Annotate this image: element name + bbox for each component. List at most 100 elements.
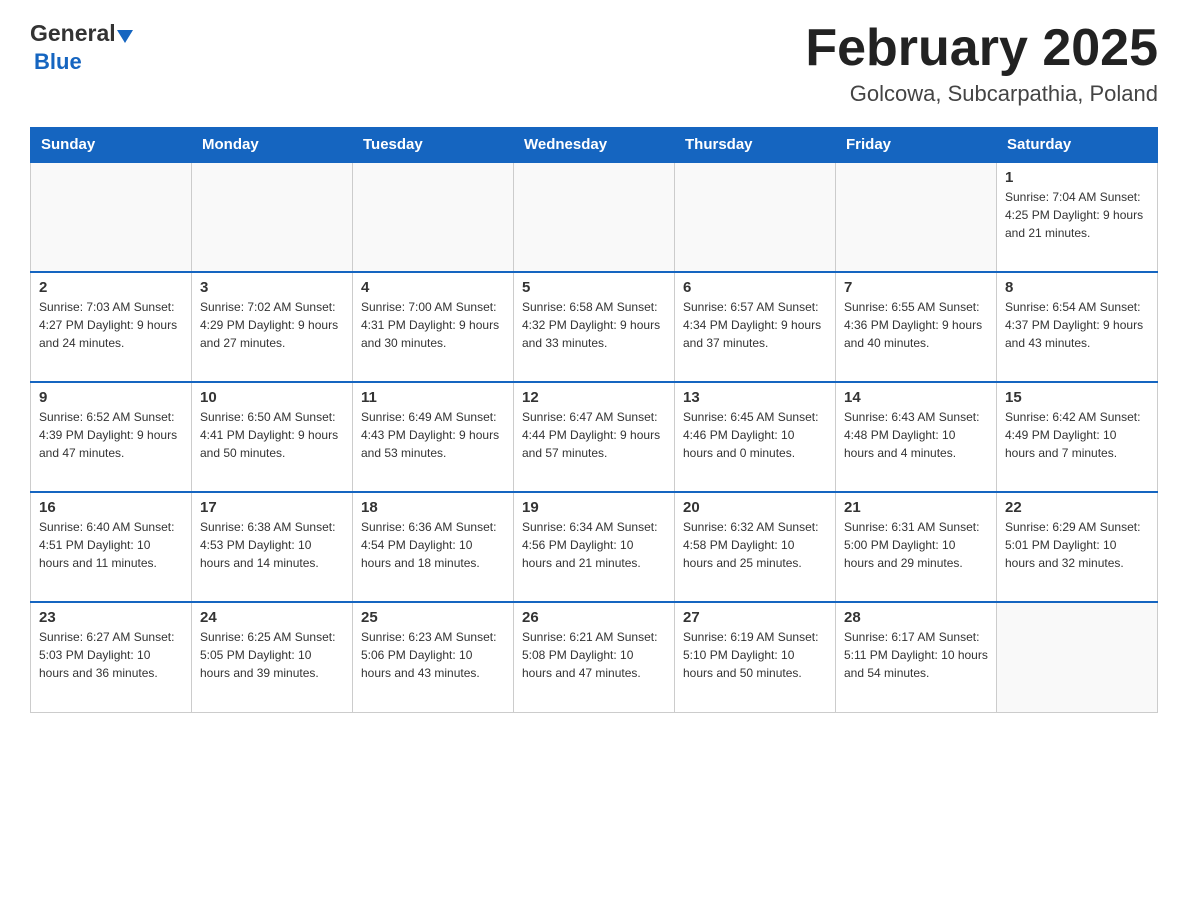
logo-general-text: General (30, 20, 116, 47)
day-number: 20 (683, 499, 827, 516)
day-info: Sunrise: 7:03 AM Sunset: 4:27 PM Dayligh… (39, 298, 183, 352)
day-info: Sunrise: 6:27 AM Sunset: 5:03 PM Dayligh… (39, 628, 183, 682)
day-number: 16 (39, 499, 183, 516)
calendar-cell (675, 162, 836, 272)
day-info: Sunrise: 6:21 AM Sunset: 5:08 PM Dayligh… (522, 628, 666, 682)
calendar-cell (836, 162, 997, 272)
calendar-week-row: 16Sunrise: 6:40 AM Sunset: 4:51 PM Dayli… (31, 492, 1158, 602)
day-info: Sunrise: 6:19 AM Sunset: 5:10 PM Dayligh… (683, 628, 827, 682)
logo-arrow-icon (117, 30, 133, 43)
calendar-cell: 1Sunrise: 7:04 AM Sunset: 4:25 PM Daylig… (997, 162, 1158, 272)
day-number: 23 (39, 609, 183, 626)
calendar-cell: 22 Sunrise: 6:29 AM Sunset: 5:01 PM Dayli… (997, 492, 1158, 602)
calendar-cell: 18 Sunrise: 6:36 AM Sunset: 4:54 PM Dayli… (353, 492, 514, 602)
day-number: 17 (200, 499, 344, 516)
calendar-cell: 21Sunrise: 6:31 AM Sunset: 5:00 PM Dayli… (836, 492, 997, 602)
calendar-header-row: SundayMondayTuesdayWednesdayThursdayFrid… (31, 128, 1158, 163)
day-info: Sunrise: 6:42 AM Sunset: 4:49 PM Dayligh… (1005, 408, 1149, 462)
weekday-header-wednesday: Wednesday (514, 128, 675, 163)
day-number: 6 (683, 279, 827, 296)
day-number: 24 (200, 609, 344, 626)
calendar-week-row: 23 Sunrise: 6:27 AM Sunset: 5:03 PM Dayli… (31, 602, 1158, 712)
day-info: Sunrise: 6:50 AM Sunset: 4:41 PM Dayligh… (200, 408, 344, 462)
weekday-header-friday: Friday (836, 128, 997, 163)
day-number: 27 (683, 609, 827, 626)
calendar-week-row: 1Sunrise: 7:04 AM Sunset: 4:25 PM Daylig… (31, 162, 1158, 272)
day-info: Sunrise: 6:58 AM Sunset: 4:32 PM Dayligh… (522, 298, 666, 352)
calendar-cell: 3 Sunrise: 7:02 AM Sunset: 4:29 PM Daylig… (192, 272, 353, 382)
weekday-header-saturday: Saturday (997, 128, 1158, 163)
day-info: Sunrise: 6:25 AM Sunset: 5:05 PM Dayligh… (200, 628, 344, 682)
day-number: 18 (361, 499, 505, 516)
day-number: 14 (844, 389, 988, 406)
calendar-cell: 14 Sunrise: 6:43 AM Sunset: 4:48 PM Dayli… (836, 382, 997, 492)
calendar-cell: 26 Sunrise: 6:21 AM Sunset: 5:08 PM Dayli… (514, 602, 675, 712)
calendar-cell: 15Sunrise: 6:42 AM Sunset: 4:49 PM Dayli… (997, 382, 1158, 492)
logo-blue-text: Blue (30, 49, 82, 75)
calendar-cell: 13 Sunrise: 6:45 AM Sunset: 4:46 PM Dayli… (675, 382, 836, 492)
logo: General Blue (30, 20, 133, 75)
weekday-header-thursday: Thursday (675, 128, 836, 163)
calendar-cell: 5 Sunrise: 6:58 AM Sunset: 4:32 PM Daylig… (514, 272, 675, 382)
day-number: 12 (522, 389, 666, 406)
day-number: 4 (361, 279, 505, 296)
calendar-week-row: 9 Sunrise: 6:52 AM Sunset: 4:39 PM Daylig… (31, 382, 1158, 492)
weekday-header-monday: Monday (192, 128, 353, 163)
calendar-cell: 25Sunrise: 6:23 AM Sunset: 5:06 PM Dayli… (353, 602, 514, 712)
day-number: 1 (1005, 169, 1149, 186)
day-info: Sunrise: 6:54 AM Sunset: 4:37 PM Dayligh… (1005, 298, 1149, 352)
day-info: Sunrise: 6:43 AM Sunset: 4:48 PM Dayligh… (844, 408, 988, 462)
day-number: 3 (200, 279, 344, 296)
day-info: Sunrise: 6:38 AM Sunset: 4:53 PM Dayligh… (200, 518, 344, 572)
day-number: 9 (39, 389, 183, 406)
title-block: February 2025 Golcowa, Subcarpathia, Pol… (805, 20, 1158, 107)
day-number: 2 (39, 279, 183, 296)
day-info: Sunrise: 6:32 AM Sunset: 4:58 PM Dayligh… (683, 518, 827, 572)
calendar-cell: 7 Sunrise: 6:55 AM Sunset: 4:36 PM Daylig… (836, 272, 997, 382)
day-number: 5 (522, 279, 666, 296)
day-number: 13 (683, 389, 827, 406)
day-info: Sunrise: 6:23 AM Sunset: 5:06 PM Dayligh… (361, 628, 505, 682)
calendar-cell: 2 Sunrise: 7:03 AM Sunset: 4:27 PM Daylig… (31, 272, 192, 382)
day-info: Sunrise: 6:55 AM Sunset: 4:36 PM Dayligh… (844, 298, 988, 352)
day-info: Sunrise: 6:29 AM Sunset: 5:01 PM Dayligh… (1005, 518, 1149, 572)
day-info: Sunrise: 6:52 AM Sunset: 4:39 PM Dayligh… (39, 408, 183, 462)
day-info: Sunrise: 7:02 AM Sunset: 4:29 PM Dayligh… (200, 298, 344, 352)
calendar-cell (353, 162, 514, 272)
page-header: General Blue February 2025 Golcowa, Subc… (30, 20, 1158, 107)
calendar-cell: 8Sunrise: 6:54 AM Sunset: 4:37 PM Daylig… (997, 272, 1158, 382)
page-title: February 2025 (805, 20, 1158, 77)
day-number: 26 (522, 609, 666, 626)
calendar-cell: 4Sunrise: 7:00 AM Sunset: 4:31 PM Daylig… (353, 272, 514, 382)
calendar-cell: 9 Sunrise: 6:52 AM Sunset: 4:39 PM Daylig… (31, 382, 192, 492)
day-info: Sunrise: 6:49 AM Sunset: 4:43 PM Dayligh… (361, 408, 505, 462)
calendar-cell: 16Sunrise: 6:40 AM Sunset: 4:51 PM Dayli… (31, 492, 192, 602)
day-number: 10 (200, 389, 344, 406)
calendar-cell (31, 162, 192, 272)
calendar-cell: 27 Sunrise: 6:19 AM Sunset: 5:10 PM Dayli… (675, 602, 836, 712)
calendar-cell: 6Sunrise: 6:57 AM Sunset: 4:34 PM Daylig… (675, 272, 836, 382)
calendar-cell (997, 602, 1158, 712)
calendar-cell: 12 Sunrise: 6:47 AM Sunset: 4:44 PM Dayli… (514, 382, 675, 492)
day-info: Sunrise: 6:36 AM Sunset: 4:54 PM Dayligh… (361, 518, 505, 572)
calendar-cell: 19Sunrise: 6:34 AM Sunset: 4:56 PM Dayli… (514, 492, 675, 602)
calendar-cell: 17 Sunrise: 6:38 AM Sunset: 4:53 PM Dayli… (192, 492, 353, 602)
day-number: 7 (844, 279, 988, 296)
calendar-cell: 23 Sunrise: 6:27 AM Sunset: 5:03 PM Dayli… (31, 602, 192, 712)
calendar-cell: 10 Sunrise: 6:50 AM Sunset: 4:41 PM Dayli… (192, 382, 353, 492)
day-info: Sunrise: 6:47 AM Sunset: 4:44 PM Dayligh… (522, 408, 666, 462)
calendar-cell: 20 Sunrise: 6:32 AM Sunset: 4:58 PM Dayli… (675, 492, 836, 602)
day-number: 22 (1005, 499, 1149, 516)
page-subtitle: Golcowa, Subcarpathia, Poland (805, 81, 1158, 107)
weekday-header-tuesday: Tuesday (353, 128, 514, 163)
day-info: Sunrise: 6:17 AM Sunset: 5:11 PM Dayligh… (844, 628, 988, 682)
day-info: Sunrise: 6:45 AM Sunset: 4:46 PM Dayligh… (683, 408, 827, 462)
calendar-week-row: 2 Sunrise: 7:03 AM Sunset: 4:27 PM Daylig… (31, 272, 1158, 382)
day-number: 11 (361, 389, 505, 406)
calendar-cell (192, 162, 353, 272)
day-info: Sunrise: 6:31 AM Sunset: 5:00 PM Dayligh… (844, 518, 988, 572)
calendar-table: SundayMondayTuesdayWednesdayThursdayFrid… (30, 127, 1158, 713)
calendar-cell: 24 Sunrise: 6:25 AM Sunset: 5:05 PM Dayli… (192, 602, 353, 712)
weekday-header-sunday: Sunday (31, 128, 192, 163)
calendar-cell (514, 162, 675, 272)
